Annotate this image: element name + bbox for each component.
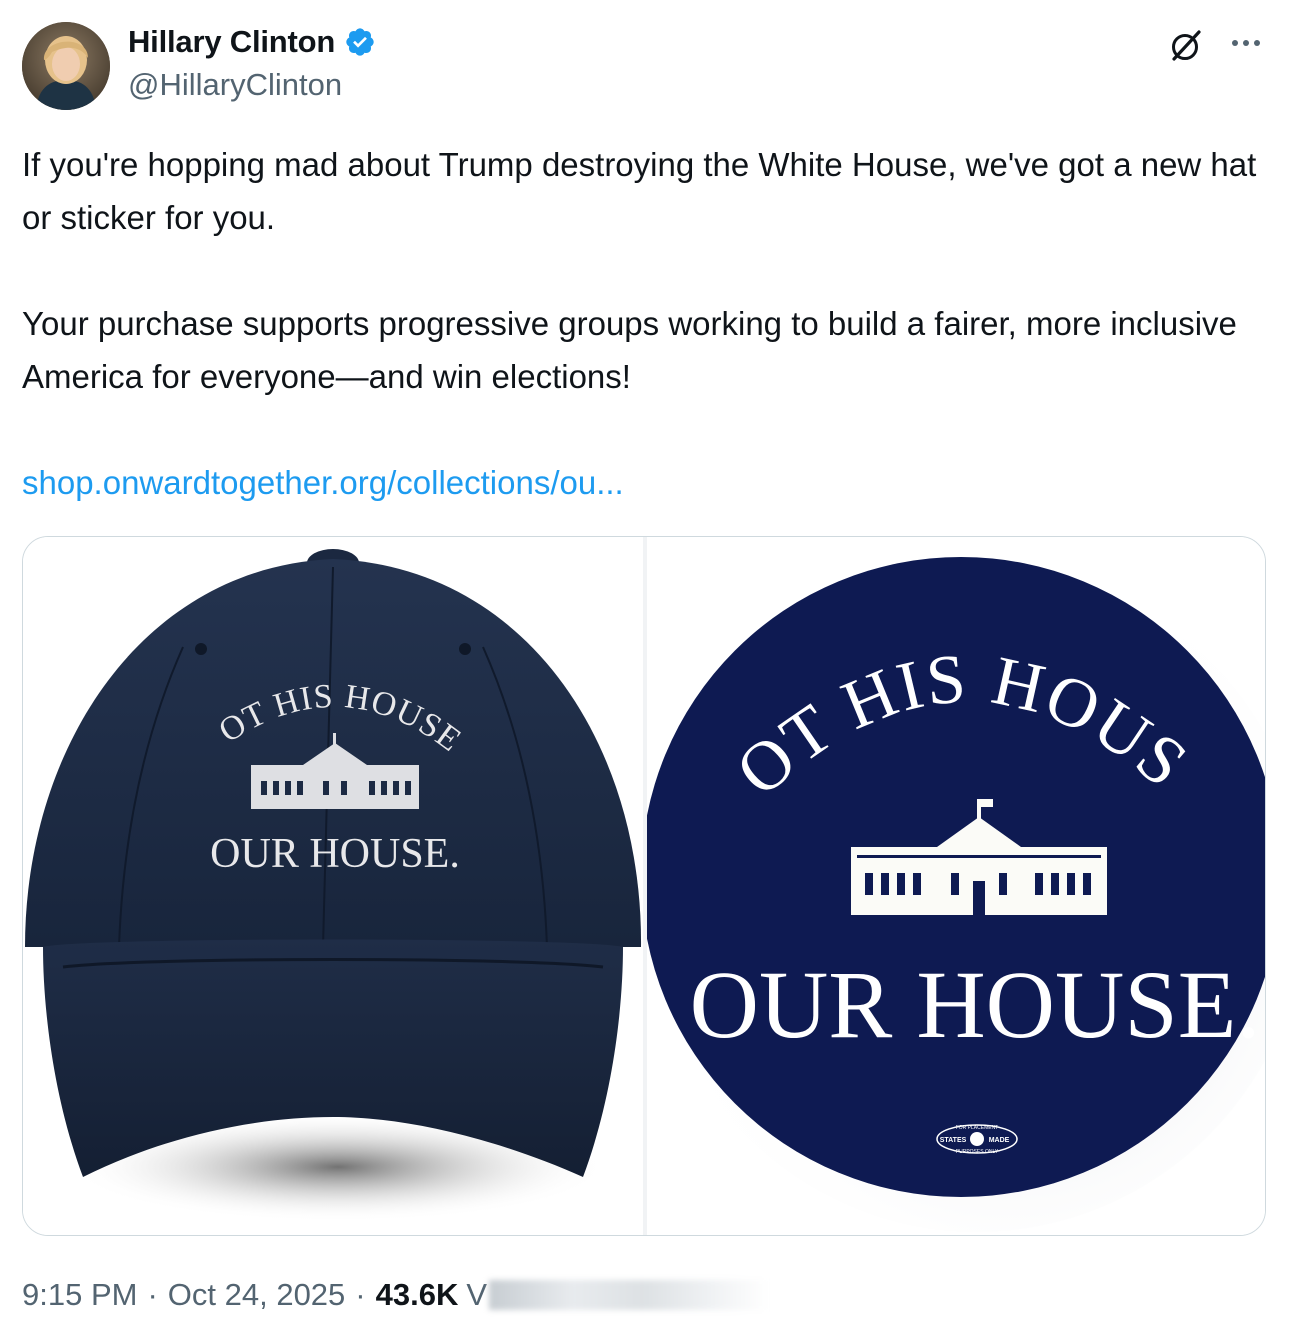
tweet-date[interactable]: Oct 24, 2025 bbox=[168, 1277, 346, 1313]
grok-icon[interactable] bbox=[1166, 26, 1206, 66]
hat-image[interactable]: NOT HIS HOUSE. OUR HOUSE. bbox=[23, 537, 643, 1235]
sticker-text-line2: OUR HOUSE. bbox=[690, 951, 1261, 1058]
svg-text:FOR PLACEMENT: FOR PLACEMENT bbox=[956, 1125, 999, 1131]
media-grid: NOT HIS HOUSE. OUR HOUSE. bbox=[22, 536, 1266, 1236]
avatar[interactable] bbox=[22, 22, 110, 110]
author-display-name[interactable]: Hillary Clinton bbox=[128, 24, 335, 60]
verified-badge-icon[interactable] bbox=[344, 26, 376, 58]
blurred-overlay bbox=[489, 1280, 770, 1310]
meta-separator: · bbox=[147, 1277, 158, 1312]
views-count[interactable]: 43.6K bbox=[376, 1277, 459, 1313]
more-horizontal-icon[interactable] bbox=[1226, 26, 1266, 66]
author-handle[interactable]: @HillaryClinton bbox=[128, 67, 342, 103]
svg-text:MADE: MADE bbox=[989, 1137, 1010, 1144]
tweet-time[interactable]: 9:15 PM bbox=[22, 1277, 137, 1313]
shop-link[interactable]: shop.onwardtogether.org/collections/ou..… bbox=[22, 464, 624, 501]
svg-text:PURPOSES ONLY: PURPOSES ONLY bbox=[956, 1149, 999, 1155]
author-name-row: Hillary Clinton bbox=[128, 22, 376, 62]
sticker-image[interactable]: NOT HIS HOUSE. OUR HOUSE. FOR PLACEMENT … bbox=[621, 537, 1265, 1235]
views-label: V bbox=[466, 1277, 488, 1312]
meta-separator: · bbox=[355, 1277, 366, 1312]
tweet-meta: 9:15 PM · Oct 24, 2025 · 43.6K V bbox=[22, 1272, 770, 1318]
avatar-image bbox=[22, 22, 110, 110]
hat-text-line2: OUR HOUSE. bbox=[210, 831, 460, 877]
tweet-paragraph-1: If you're hopping mad about Trump destro… bbox=[22, 146, 1257, 236]
tweet-text: If you're hopping mad about Trump destro… bbox=[22, 138, 1262, 509]
tweet-paragraph-2: Your purchase supports progressive group… bbox=[22, 305, 1237, 395]
svg-text:STATES: STATES bbox=[940, 1137, 967, 1144]
